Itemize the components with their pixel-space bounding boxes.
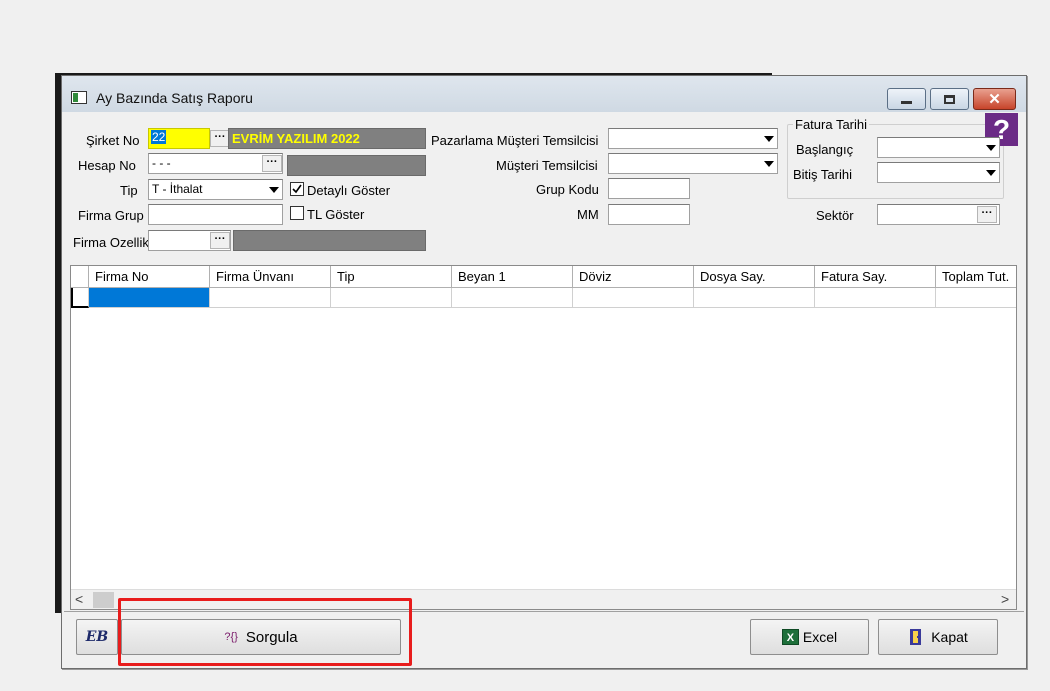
minimize-button[interactable] [887, 88, 926, 110]
exit-door-icon [910, 629, 922, 645]
sirket-no-label: Şirket No [86, 133, 140, 148]
bitis-date-field[interactable] [877, 162, 1000, 183]
scroll-right-icon[interactable]: > [1001, 591, 1009, 607]
mm-field[interactable] [608, 204, 690, 225]
sektor-label: Sektör [816, 208, 854, 223]
column-header[interactable]: Dosya Say. [694, 266, 815, 288]
chevron-down-icon [269, 187, 279, 193]
results-grid[interactable]: Firma No Firma Ünvanı Tip Beyan 1 Döviz … [70, 265, 1017, 610]
detayli-label[interactable]: Detaylı Göster [307, 183, 390, 198]
chevron-down-icon [764, 161, 774, 167]
table-cell[interactable] [573, 288, 694, 308]
tip-label: Tip [120, 183, 138, 198]
report-window: Ay Bazında Satış Raporu ✕ Şirket No 22 ·… [61, 75, 1027, 669]
table-cell[interactable] [815, 288, 936, 308]
column-header[interactable]: Döviz [573, 266, 694, 288]
kapat-button[interactable]: Kapat [878, 619, 998, 655]
grup-kodu-label: Grup Kodu [536, 182, 599, 197]
table-cell-selected[interactable] [89, 288, 210, 308]
chevron-down-icon [986, 170, 996, 176]
chevron-down-icon [764, 136, 774, 142]
eb-logo: EB [85, 629, 109, 645]
table-cell[interactable] [210, 288, 331, 308]
table-cell[interactable] [331, 288, 452, 308]
firma-ozellik-display [233, 230, 426, 251]
firma-ozellik-label: Firma Ozellik [73, 235, 149, 250]
excel-icon: X [781, 629, 799, 645]
column-header[interactable]: Firma Ünvanı [210, 266, 331, 288]
grup-kodu-field[interactable] [608, 178, 690, 199]
excel-label: Excel [802, 629, 838, 645]
pazarlama-label: Pazarlama Müşteri Temsilcisi [431, 133, 599, 148]
checkmark-icon [292, 184, 302, 194]
scroll-left-icon[interactable]: < [75, 591, 83, 607]
row-indicator-header [71, 266, 89, 288]
app-icon [71, 91, 87, 104]
firma-grup-label: Firma Grup [78, 208, 144, 223]
column-header[interactable]: Beyan 1 [452, 266, 573, 288]
window-title: Ay Bazında Satış Raporu [96, 90, 253, 106]
highlight-box [118, 598, 412, 666]
sektor-lookup-button[interactable]: ··· [977, 206, 997, 223]
sirket-no-field[interactable]: 22 [148, 128, 210, 149]
kapat-label: Kapat [931, 629, 968, 645]
sirket-no-value: 22 [151, 130, 167, 144]
detayli-checkbox[interactable] [290, 182, 304, 196]
minimize-icon [901, 100, 912, 104]
hesap-no-lookup-button[interactable]: ··· [262, 155, 282, 172]
fatura-tarihi-label: Fatura Tarihi [793, 117, 870, 132]
musteri-temsilcisi-label: Müşteri Temsilcisi [496, 158, 598, 173]
column-header[interactable]: Fatura Say. [815, 266, 936, 288]
column-header[interactable]: Toplam Tut. [936, 266, 1016, 288]
tip-dropdown[interactable]: T - İthalat [148, 179, 283, 200]
table-cell[interactable] [694, 288, 815, 308]
scrollbar-thumb[interactable] [93, 592, 114, 608]
bitis-label: Bitiş Tarihi [793, 167, 853, 182]
tl-goster-checkbox[interactable] [290, 206, 304, 220]
musteri-temsilcisi-dropdown[interactable] [608, 153, 778, 174]
tl-goster-label[interactable]: TL Göster [307, 207, 364, 222]
hesap-name-display [287, 155, 426, 176]
close-button[interactable]: ✕ [973, 88, 1016, 110]
title-bar[interactable]: Ay Bazında Satış Raporu ✕ [62, 76, 1026, 112]
chevron-down-icon [986, 145, 996, 151]
baslangic-label: Başlangıç [796, 142, 854, 157]
excel-button[interactable]: X Excel [750, 619, 869, 655]
column-header[interactable]: Firma No [89, 266, 210, 288]
close-icon: ✕ [988, 91, 1001, 108]
company-name-display: EVRİM YAZILIM 2022 [228, 128, 426, 149]
table-cell[interactable] [936, 288, 1016, 308]
row-indicator[interactable] [71, 288, 89, 308]
table-cell[interactable] [452, 288, 573, 308]
maximize-button[interactable] [930, 88, 969, 110]
firma-ozellik-lookup-button[interactable]: ··· [210, 232, 230, 249]
mm-label: MM [577, 207, 599, 222]
grid-header: Firma No Firma Ünvanı Tip Beyan 1 Döviz … [71, 266, 1016, 288]
hesap-no-label: Hesap No [78, 158, 136, 173]
baslangic-date-field[interactable] [877, 137, 1000, 158]
sirket-no-lookup-button[interactable]: ··· [210, 130, 230, 147]
tip-value: T - İthalat [152, 182, 203, 196]
column-header[interactable]: Tip [331, 266, 452, 288]
firma-grup-field[interactable] [148, 204, 283, 225]
pazarlama-dropdown[interactable] [608, 128, 778, 149]
logo-button[interactable]: EB [76, 619, 118, 655]
maximize-icon [944, 94, 955, 104]
